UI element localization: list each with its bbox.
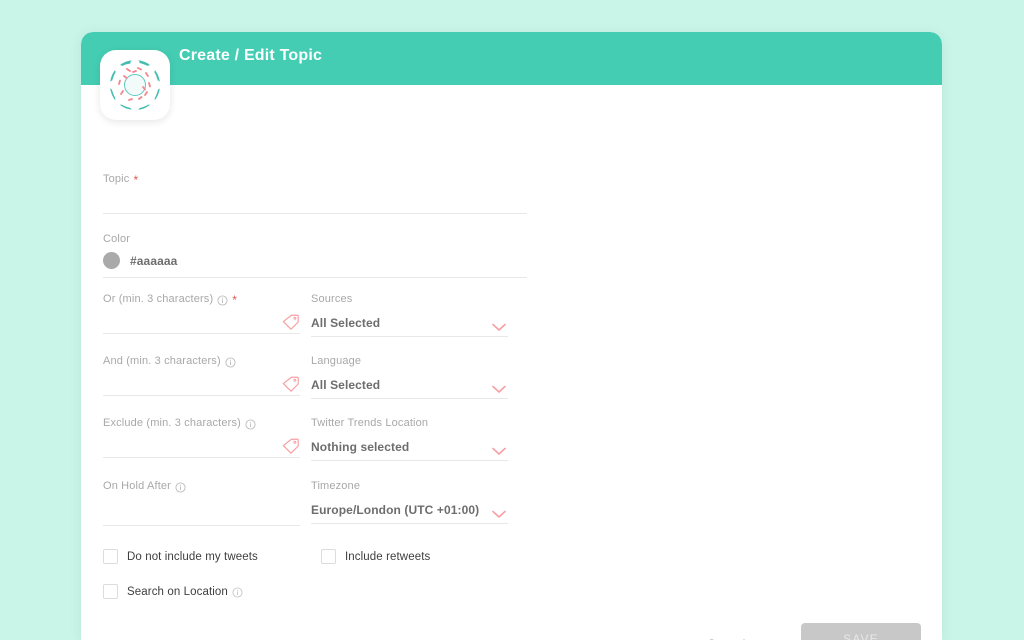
field-exclude-keywords: Exclude (min. 3 characters) xyxy=(103,417,300,458)
checkbox-do-not-include-my-tweets[interactable]: Do not include my tweets xyxy=(103,549,258,564)
field-topic: Topic * xyxy=(103,173,527,214)
donut-logo-icon xyxy=(108,58,162,112)
checkbox-label-text: Search on Location xyxy=(127,585,228,598)
field-on-hold-after: On Hold After xyxy=(103,480,300,526)
on-hold-after-input[interactable] xyxy=(103,492,300,525)
field-color: Color #aaaaaa xyxy=(103,233,527,278)
tag-icon[interactable] xyxy=(282,313,300,331)
and-keywords-input[interactable] xyxy=(103,367,300,395)
color-row: #aaaaaa xyxy=(103,245,527,269)
color-value: #aaaaaa xyxy=(130,253,178,268)
color-underline xyxy=(103,277,527,278)
tag-icon[interactable] xyxy=(282,375,300,393)
tag-icon[interactable] xyxy=(282,437,300,455)
chevron-down-icon[interactable] xyxy=(492,319,506,331)
info-icon[interactable] xyxy=(175,481,186,493)
field-or-keywords: Or (min. 3 characters) * xyxy=(103,293,300,334)
topic-form: Topic * Color #aaaaaa Or (min. 3 charact… xyxy=(81,85,942,640)
checkbox-label: Do not include my tweets xyxy=(127,550,258,563)
create-edit-topic-card: Create / Edit Topic Topic * Color #aaaaa… xyxy=(81,32,942,640)
sources-dropdown[interactable]: All Selected xyxy=(311,305,508,333)
exclude-keywords-input[interactable] xyxy=(103,429,300,457)
checkbox-include-retweets[interactable]: Include retweets xyxy=(321,549,430,564)
color-label-text: Color xyxy=(103,233,131,245)
save-button[interactable]: SAVE xyxy=(801,623,921,640)
timezone-label: Timezone xyxy=(311,480,508,492)
color-input[interactable]: #aaaaaa xyxy=(103,245,527,273)
info-icon[interactable] xyxy=(217,294,228,306)
field-timezone: Timezone Europe/London (UTC +01:00) xyxy=(311,480,508,524)
twitter-trends-location-dropdown[interactable]: Nothing selected xyxy=(311,429,508,457)
chevron-down-icon[interactable] xyxy=(492,381,506,393)
topic-label-text: Topic xyxy=(103,173,130,185)
on-hold-after-underline xyxy=(103,525,300,526)
field-and-keywords: And (min. 3 characters) xyxy=(103,355,300,396)
and-keywords-underline xyxy=(103,395,300,396)
or-keywords-label-text: Or (min. 3 characters) xyxy=(103,293,214,305)
on-hold-after-label-text: On Hold After xyxy=(103,480,171,492)
topic-underline xyxy=(103,213,527,214)
sources-underline xyxy=(311,336,508,337)
topic-label: Topic * xyxy=(103,173,527,186)
chevron-down-icon[interactable] xyxy=(492,506,506,518)
timezone-value: Europe/London (UTC +01:00) xyxy=(311,503,480,517)
color-label: Color xyxy=(103,233,527,245)
and-keywords-label: And (min. 3 characters) xyxy=(103,355,300,368)
checkbox-label: Search on Location xyxy=(127,586,243,598)
exclude-keywords-label: Exclude (min. 3 characters) xyxy=(103,417,300,430)
twitter-trends-location-label: Twitter Trends Location xyxy=(311,417,508,429)
donut-logo xyxy=(100,50,170,120)
app-page: Create / Edit Topic Topic * Color #aaaaa… xyxy=(0,0,1024,640)
checkbox-box[interactable] xyxy=(103,549,118,564)
field-language: Language All Selected xyxy=(311,355,508,399)
or-keywords-underline xyxy=(103,333,300,334)
language-dropdown[interactable]: All Selected xyxy=(311,367,508,395)
info-icon[interactable] xyxy=(225,356,236,368)
language-label: Language xyxy=(311,355,508,367)
page-title: Create / Edit Topic xyxy=(179,47,323,64)
checkbox-search-on-location[interactable]: Search on Location xyxy=(103,584,243,599)
timezone-dropdown[interactable]: Europe/London (UTC +01:00) xyxy=(311,492,508,520)
info-icon[interactable] xyxy=(245,418,256,430)
and-keywords-label-text: And (min. 3 characters) xyxy=(103,355,221,367)
topic-input[interactable] xyxy=(103,185,527,213)
checkbox-label: Include retweets xyxy=(345,550,431,563)
on-hold-after-label: On Hold After xyxy=(103,480,300,493)
or-keywords-label: Or (min. 3 characters) * xyxy=(103,293,300,306)
exclude-keywords-label-text: Exclude (min. 3 characters) xyxy=(103,417,241,429)
language-label-text: Language xyxy=(311,355,362,367)
or-keywords-input[interactable] xyxy=(103,305,300,333)
checkbox-box[interactable] xyxy=(321,549,336,564)
timezone-underline xyxy=(311,523,508,524)
sources-label-text: Sources xyxy=(311,293,353,305)
language-underline xyxy=(311,398,508,399)
field-sources: Sources All Selected xyxy=(311,293,508,337)
field-twitter-trends-location: Twitter Trends Location Nothing selected xyxy=(311,417,508,461)
exclude-keywords-underline xyxy=(103,457,300,458)
card-header: Create / Edit Topic xyxy=(81,32,942,85)
sources-value: All Selected xyxy=(311,316,381,330)
color-swatch[interactable] xyxy=(103,252,120,269)
checkbox-box[interactable] xyxy=(103,584,118,599)
twitter-trends-location-underline xyxy=(311,460,508,461)
timezone-label-text: Timezone xyxy=(311,480,361,492)
language-value: All Selected xyxy=(311,378,381,392)
info-icon[interactable] xyxy=(232,587,243,598)
sources-label: Sources xyxy=(311,293,508,305)
twitter-trends-location-label-text: Twitter Trends Location xyxy=(311,417,429,429)
twitter-trends-location-value: Nothing selected xyxy=(311,440,410,454)
chevron-down-icon[interactable] xyxy=(492,443,506,455)
